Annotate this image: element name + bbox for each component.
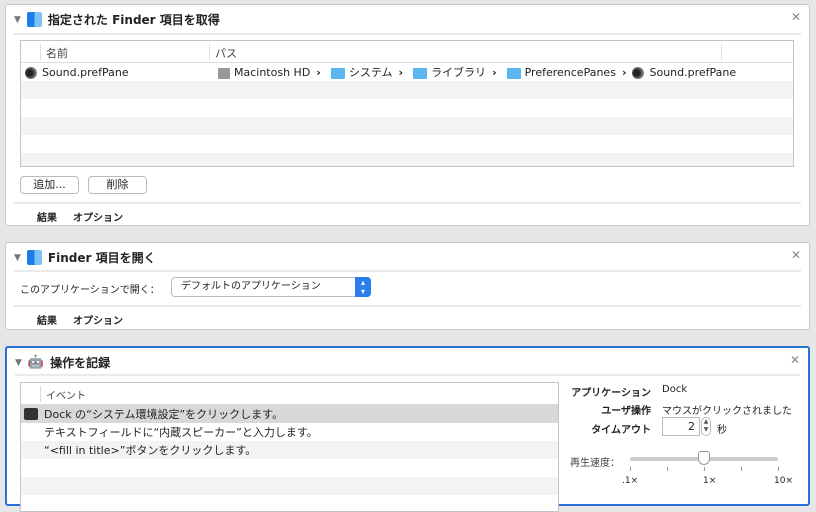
hard-drive-icon — [218, 67, 230, 79]
open-with-select[interactable]: デフォルトのアプリケーション ▴ ▾ — [171, 277, 371, 297]
application-value: Dock — [662, 384, 688, 395]
speaker-icon — [25, 66, 37, 79]
action-record-actions[interactable]: ▼ 🤖 操作を記録 ✕ イベント Dock の“システム環境設定”をクリックします。… — [5, 346, 810, 512]
disclosure-triangle-icon[interactable]: ▼ — [14, 15, 21, 25]
folder-icon — [506, 67, 521, 79]
application-label: アプリケーション — [571, 388, 651, 399]
tab-results[interactable]: 結果 — [37, 312, 57, 327]
event-text: “<fill in title>”ボタンをクリックします。 — [44, 444, 257, 457]
slider-thumb[interactable] — [698, 451, 710, 465]
path-segment: Macintosh HD — [234, 66, 311, 79]
tab-options[interactable]: オプション — [73, 312, 123, 327]
path-segment: Sound.prefPane — [649, 66, 737, 79]
speaker-icon — [632, 67, 645, 79]
playback-speed-slider[interactable] — [630, 451, 778, 465]
item-path: Macintosh HD › システム › ライブラリ › PreferencePanes ›… — [218, 64, 736, 80]
user-action-label: ユーザ操作 — [601, 406, 651, 417]
path-segment: システム — [348, 66, 393, 79]
tab-options[interactable]: オプション — [73, 209, 123, 224]
speed-tick-label: 10× — [774, 476, 793, 486]
slider-tick — [704, 467, 705, 471]
column-header-name[interactable]: 名前 — [46, 45, 68, 61]
robot-icon: 🤖 — [27, 355, 45, 370]
user-action-value: マウスがクリックされました — [662, 406, 792, 417]
events-table[interactable]: イベント Dock の“システム環境設定”をクリックします。 テキストフィールド… — [20, 382, 559, 512]
timeout-stepper[interactable]: ▲ ▼ — [701, 417, 711, 436]
chevron-updown-icon: ▴ ▾ — [355, 277, 371, 297]
timeout-unit: 秒 — [717, 425, 727, 436]
slider-tick — [667, 467, 668, 471]
timeout-value: 2 — [688, 420, 695, 433]
event-row[interactable]: “<fill in title>”ボタンをクリックします。 — [21, 441, 558, 459]
event-row[interactable]: Dock の“システム環境設定”をクリックします。 — [21, 405, 558, 423]
items-table[interactable]: 名前 パス Sound.prefPane Macintosh HD › システム › ライ… — [20, 40, 794, 167]
close-icon[interactable]: ✕ — [791, 248, 801, 262]
disclosure-triangle-icon[interactable]: ▼ — [15, 358, 22, 368]
slider-tick — [741, 467, 742, 471]
open-with-value: デフォルトのアプリケーション — [181, 281, 321, 292]
speed-tick-label: .1× — [622, 476, 639, 486]
disclosure-triangle-icon[interactable]: ▼ — [14, 253, 21, 263]
folder-icon — [413, 67, 428, 79]
column-header-path[interactable]: パス — [215, 45, 237, 61]
action-title: 指定された Finder 項目を取得 — [47, 13, 220, 27]
tab-results[interactable]: 結果 — [37, 209, 57, 224]
item-name: Sound.prefPane — [42, 65, 129, 79]
slider-tick — [778, 467, 779, 471]
action-title: Finder 項目を開く — [47, 251, 156, 265]
action-get-finder-items[interactable]: ▼ 指定された Finder 項目を取得 ✕ 名前 パス Sound.prefPan… — [5, 4, 810, 226]
speed-tick-label: 1× — [703, 476, 717, 486]
dock-icon — [24, 408, 38, 420]
playback-speed-label: 再生速度： — [570, 458, 620, 469]
path-segment: PreferencePanes — [524, 66, 616, 79]
open-with-label: このアプリケーションで開く： — [20, 285, 160, 296]
close-icon[interactable]: ✕ — [791, 10, 801, 24]
close-icon[interactable]: ✕ — [790, 353, 800, 367]
action-open-finder-items[interactable]: ▼ Finder 項目を開く ✕ このアプリケーションで開く： デフォルトのアプリ… — [5, 242, 810, 330]
slider-tick — [630, 467, 631, 471]
column-header-event[interactable]: イベント — [46, 387, 86, 402]
event-row[interactable]: テキストフィールドに“内蔵スピーカー”と入力します。 — [21, 423, 558, 441]
timeout-input[interactable]: 2 — [662, 417, 700, 436]
remove-button[interactable]: 削除 — [88, 176, 147, 194]
add-button[interactable]: 追加... — [20, 176, 79, 194]
finder-icon — [26, 250, 42, 265]
finder-icon — [26, 12, 42, 27]
table-row[interactable]: Sound.prefPane Macintosh HD › システム › ライブラリ › P… — [21, 63, 793, 81]
action-title: 操作を記録 — [50, 356, 111, 370]
event-text: Dock の“システム環境設定”をクリックします。 — [44, 408, 284, 421]
event-text: テキストフィールドに“内蔵スピーカー”と入力します。 — [44, 426, 318, 439]
folder-icon — [330, 67, 345, 79]
path-segment: ライブラリ — [431, 66, 487, 79]
timeout-label: タイムアウト — [591, 425, 651, 436]
